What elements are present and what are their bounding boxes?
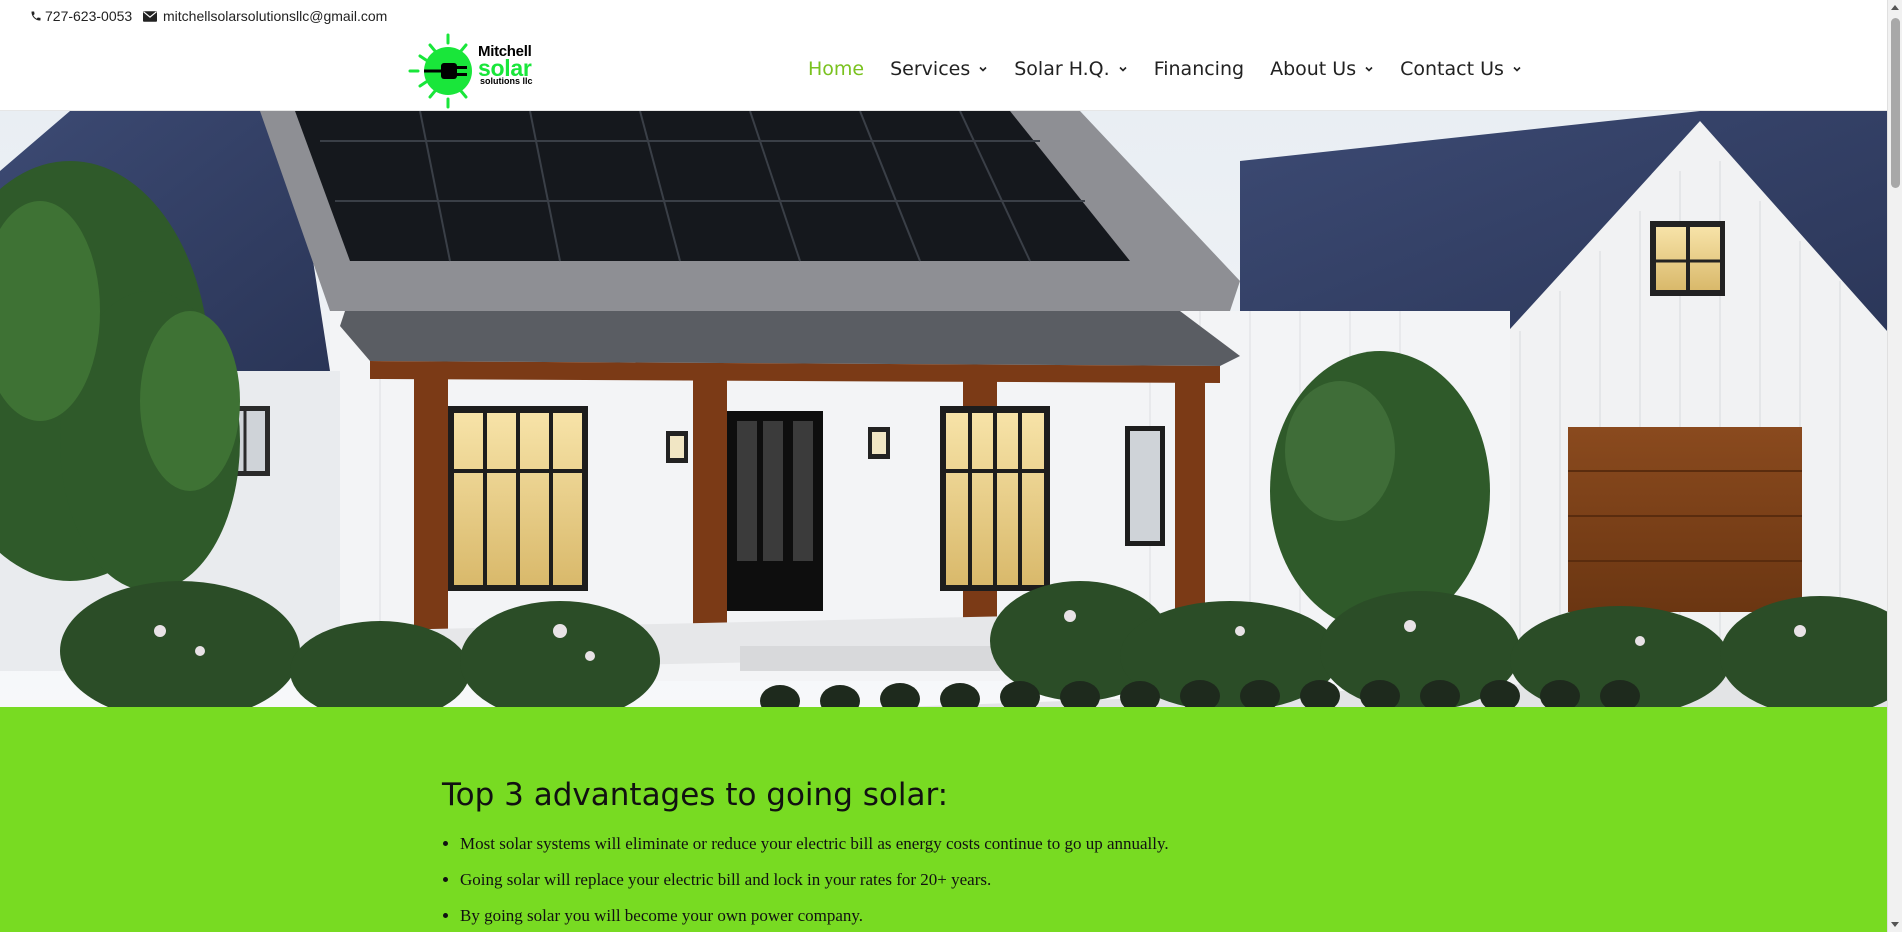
email-text: mitchellsolarsolutionsllc@gmail.com [163,8,388,24]
nav-services-label: Services [890,58,971,80]
nav-services[interactable]: Services [890,58,988,80]
scroll-up-arrow-icon[interactable] [1891,5,1899,10]
main-nav: Home Services Solar H.Q. Financing About… [808,58,1548,80]
scroll-down-arrow-icon[interactable] [1891,922,1899,927]
contact-bar: 727-623-0053 mitchellsolarsolutionsllc@g… [0,0,1887,32]
page: 727-623-0053 mitchellsolarsolutionsllc@g… [0,0,1902,932]
hero-image [0,111,1887,707]
chevron-down-icon [1365,66,1373,72]
site-header: Mitchell solar solutions llc Home Servic… [0,32,1887,111]
advantages-section: Top 3 advantages to going solar: Most so… [0,707,1887,932]
list-item: Most solar systems will eliminate or red… [460,833,1169,855]
sun-plug-logo-icon [408,33,472,109]
nav-solar-hq[interactable]: Solar H.Q. [1014,58,1127,80]
list-item: Going solar will replace your electric b… [460,869,1169,891]
scrollbar-thumb[interactable] [1891,18,1900,188]
nav-contact-us[interactable]: Contact Us [1400,58,1522,80]
chevron-down-icon [1119,66,1127,72]
nav-solar-hq-label: Solar H.Q. [1014,58,1110,80]
site-logo[interactable]: Mitchell solar solutions llc [406,32,541,110]
phone-icon [31,11,41,21]
chevron-down-icon [979,66,987,72]
nav-home[interactable]: Home [808,58,864,80]
phone-link[interactable]: 727-623-0053 [30,8,132,24]
advantages-list: Most solar systems will eliminate or red… [442,833,1169,932]
nav-about-us[interactable]: About Us [1270,58,1374,80]
nav-contact-us-label: Contact Us [1400,58,1504,80]
chevron-down-icon [1513,66,1521,72]
nav-home-label: Home [808,58,865,80]
phone-text: 727-623-0053 [45,8,133,24]
advantages-heading: Top 3 advantages to going solar: [442,777,949,813]
nav-financing[interactable]: Financing [1154,58,1244,80]
page-scrollbar[interactable] [1887,0,1902,932]
envelope-icon [143,10,157,22]
email-link[interactable]: mitchellsolarsolutionsllc@gmail.com [143,8,387,24]
logo-wordmark: Mitchell solar solutions llc [478,44,533,86]
list-item: By going solar you will become your own … [460,905,1169,927]
nav-about-us-label: About Us [1270,58,1357,80]
logo-line3: solutions llc [480,76,533,86]
nav-financing-label: Financing [1153,58,1245,80]
house-with-solar-panels-illustration [0,111,1887,707]
